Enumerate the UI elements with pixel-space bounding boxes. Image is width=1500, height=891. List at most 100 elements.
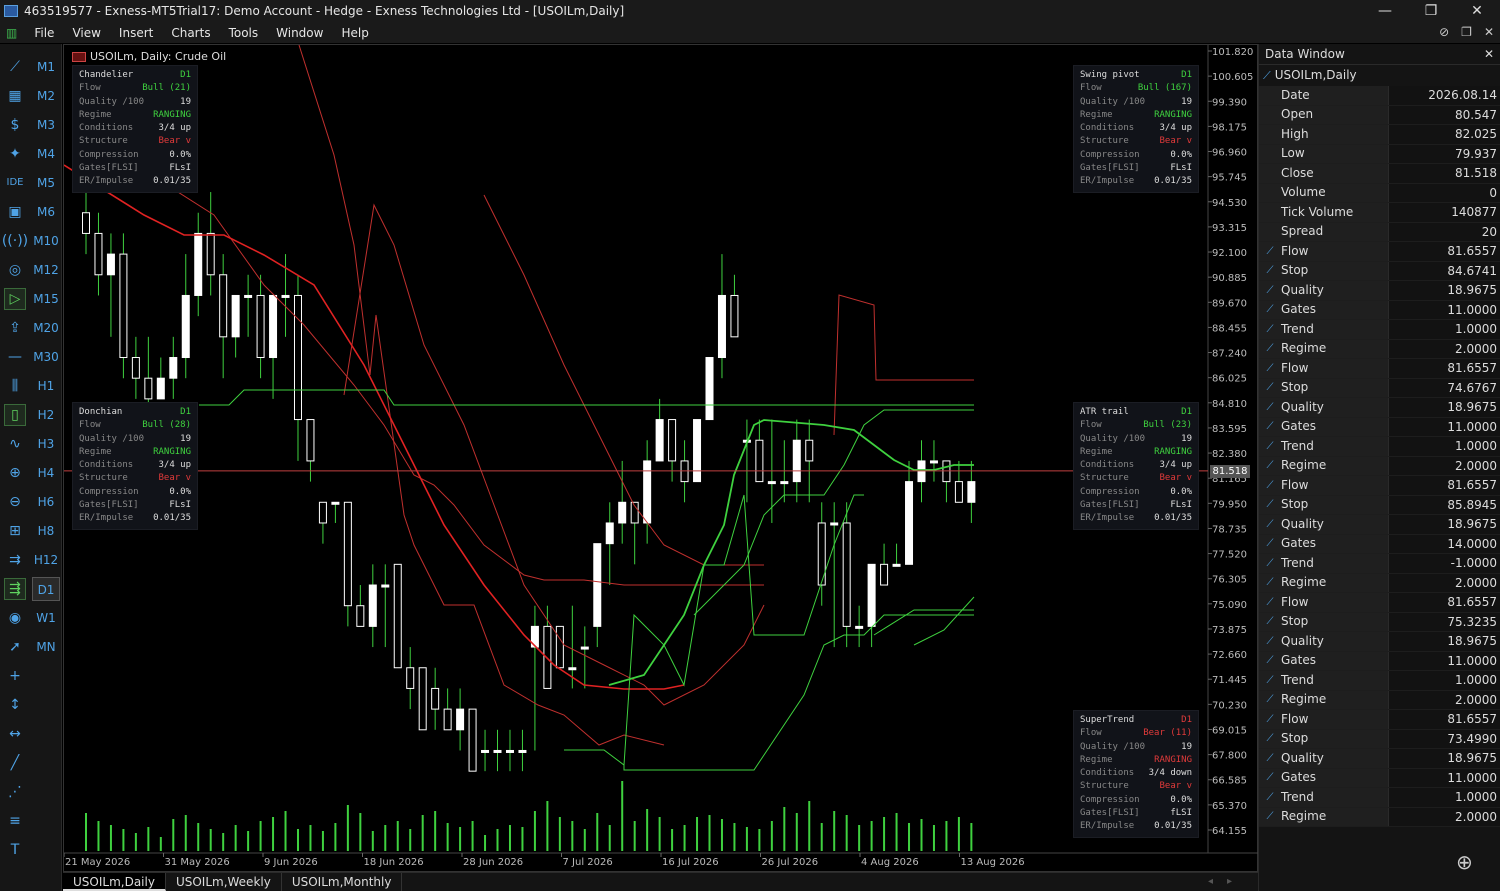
price-chart[interactable]: 101.820 100.605 99.390 98.175 96.960 95.745 94… [63, 44, 1259, 872]
export-icon[interactable]: ⇪ [4, 317, 26, 339]
autoscroll-icon[interactable]: ⇶ [4, 577, 26, 600]
price-axis-label: 87.240 [1212, 349, 1247, 360]
timeframe-m12[interactable]: M12 [32, 258, 60, 282]
close-chart-icon[interactable]: ✕ [1484, 22, 1494, 43]
indicator-icon: ⟋ [1266, 362, 1274, 374]
cursor-icon[interactable]: ➚ [4, 636, 26, 658]
timeframe-h8[interactable]: H8 [32, 519, 60, 543]
chart-type-icon[interactable]: ▥ [6, 26, 17, 40]
data-window-row: ⟋ Regime 2.0000 [1259, 456, 1500, 476]
panel-value-gates: FLsI [1170, 163, 1192, 174]
timeframe-m4[interactable]: M4 [32, 142, 60, 166]
timeframe-m2[interactable]: M2 [32, 84, 60, 108]
grid-icon[interactable]: ⊞ [4, 520, 26, 542]
zoom-out-icon[interactable]: ⊖ [4, 491, 26, 513]
crosshair-icon[interactable]: ✦ [4, 143, 26, 165]
horizontal-line-icon[interactable]: ↔ [4, 723, 26, 745]
signal-icon[interactable]: ((·)) [2, 230, 28, 252]
crosshair-tool-icon[interactable]: + [4, 665, 26, 687]
dollar-icon[interactable]: $ [4, 114, 26, 136]
menu-tools[interactable]: Tools [220, 26, 268, 40]
timeframe-m6[interactable]: M6 [32, 200, 60, 224]
vertical-line-icon[interactable]: ↕ [4, 694, 26, 716]
timeframe-h4[interactable]: H4 [32, 461, 60, 485]
candle-body [194, 232, 203, 296]
data-window-row: Spread 20 [1259, 222, 1500, 242]
timeframe-h3[interactable]: H3 [32, 432, 60, 456]
data-window-row: ⟋ Regime 2.0000 [1259, 690, 1500, 710]
text-icon[interactable]: T [4, 839, 26, 861]
timeframe-h2[interactable]: H2 [32, 403, 60, 427]
channel-icon[interactable]: ⋰ [4, 781, 26, 803]
menu-window[interactable]: Window [267, 26, 332, 40]
timeframe-m3[interactable]: M3 [32, 113, 60, 137]
data-window-value: 20 [1389, 222, 1500, 241]
zoom-in-icon[interactable]: ⊕ [4, 462, 26, 484]
timeframe-m1[interactable]: M1 [32, 55, 60, 79]
minus-icon[interactable]: — [4, 346, 26, 368]
indicator-icon: ⟋ [1266, 733, 1274, 744]
menu-view[interactable]: View [63, 26, 109, 40]
candle-body [568, 667, 577, 671]
tab-usoilm-daily[interactable]: USOILm,Daily [63, 873, 166, 891]
timeframe-m15[interactable]: M15 [32, 287, 60, 311]
data-window-close-button[interactable]: ✕ [1484, 44, 1494, 65]
wave-icon[interactable]: ∿ [4, 433, 26, 455]
data-window-value: 1.0000 [1389, 788, 1500, 807]
line-chart-icon[interactable]: ⟋ [4, 56, 26, 78]
timeframe-mn[interactable]: MN [32, 635, 60, 659]
data-window-value: 81.518 [1389, 164, 1500, 183]
panel-value-er: 0.01/35 [1154, 821, 1192, 832]
tab-usoilm-monthly[interactable]: USOILm,Monthly [282, 873, 403, 891]
panel-value-regime: RANGING [153, 109, 191, 120]
candle-body [406, 667, 415, 689]
restore-icon[interactable]: ❐ [1461, 22, 1472, 43]
tab-usoilm-weekly[interactable]: USOILm,Weekly [166, 873, 282, 891]
candle-chart-icon[interactable]: ▯ [4, 403, 26, 426]
data-window-key: Low [1259, 144, 1389, 163]
trend-line-icon[interactable]: ╱ [4, 752, 26, 774]
ide-icon[interactable]: IDE [4, 172, 26, 194]
tab-scroll-arrows[interactable]: ◂▸ [1208, 873, 1246, 891]
timeframe-d1[interactable]: D1 [32, 576, 60, 601]
shopping-bag-icon[interactable]: ▣ [4, 201, 26, 223]
timeframe-h6[interactable]: H6 [32, 490, 60, 514]
menu-help[interactable]: Help [332, 26, 377, 40]
pin-icon[interactable]: ⊘ [1439, 22, 1449, 43]
panel-value-er: 0.01/35 [1154, 513, 1192, 524]
indicator-icon: ⟋ [1266, 772, 1274, 783]
candle-body [693, 419, 702, 483]
minimize-button[interactable]: — [1362, 0, 1408, 22]
menu-file[interactable]: File [25, 26, 63, 40]
maximize-button[interactable]: ❐ [1408, 0, 1454, 22]
panel-row-compression: Compression 0.0% [79, 149, 191, 162]
panel-label: Gates[FLSI] [1080, 500, 1140, 511]
panel-value-structure: Bear v [158, 473, 191, 484]
menu-charts[interactable]: Charts [162, 26, 219, 40]
timeframe-w1[interactable]: W1 [32, 606, 60, 630]
menu-insert[interactable]: Insert [110, 26, 162, 40]
timeframe-h12[interactable]: H12 [32, 548, 60, 572]
bar-chart-icon[interactable]: ▦ [4, 85, 26, 107]
zoom-icon[interactable]: ⊕ [1456, 850, 1486, 880]
timeframe-m10[interactable]: M10 [32, 229, 60, 253]
globe-icon[interactable]: ◎ [4, 259, 26, 281]
scroll-icon[interactable]: ⇉ [4, 549, 26, 571]
toolbar-row: IDE M5 [0, 168, 62, 197]
data-window-key-label: Regime [1281, 809, 1327, 823]
timeframe-h1[interactable]: H1 [32, 374, 60, 398]
camera-icon[interactable]: ◉ [4, 607, 26, 629]
indicator-icon: ⟋ [1266, 791, 1274, 803]
timeframe-m30[interactable]: M30 [32, 345, 60, 369]
fibo-icon[interactable]: ≡ [4, 810, 26, 832]
play-icon[interactable]: ▷ [4, 287, 26, 310]
timeframe-m5[interactable]: M5 [32, 171, 60, 195]
panel-title: SuperTrend [1080, 715, 1135, 725]
timeframe-m20[interactable]: M20 [32, 316, 60, 340]
panel-row-structure: Structure Bear v [1080, 135, 1192, 148]
panel-label: Flow [79, 420, 101, 431]
data-window-key-label: Stop [1281, 731, 1309, 745]
close-button[interactable]: ✕ [1454, 0, 1500, 22]
panel-value-compression: 0.0% [1170, 486, 1192, 497]
candles-icon[interactable]: ⫼ [4, 375, 26, 397]
